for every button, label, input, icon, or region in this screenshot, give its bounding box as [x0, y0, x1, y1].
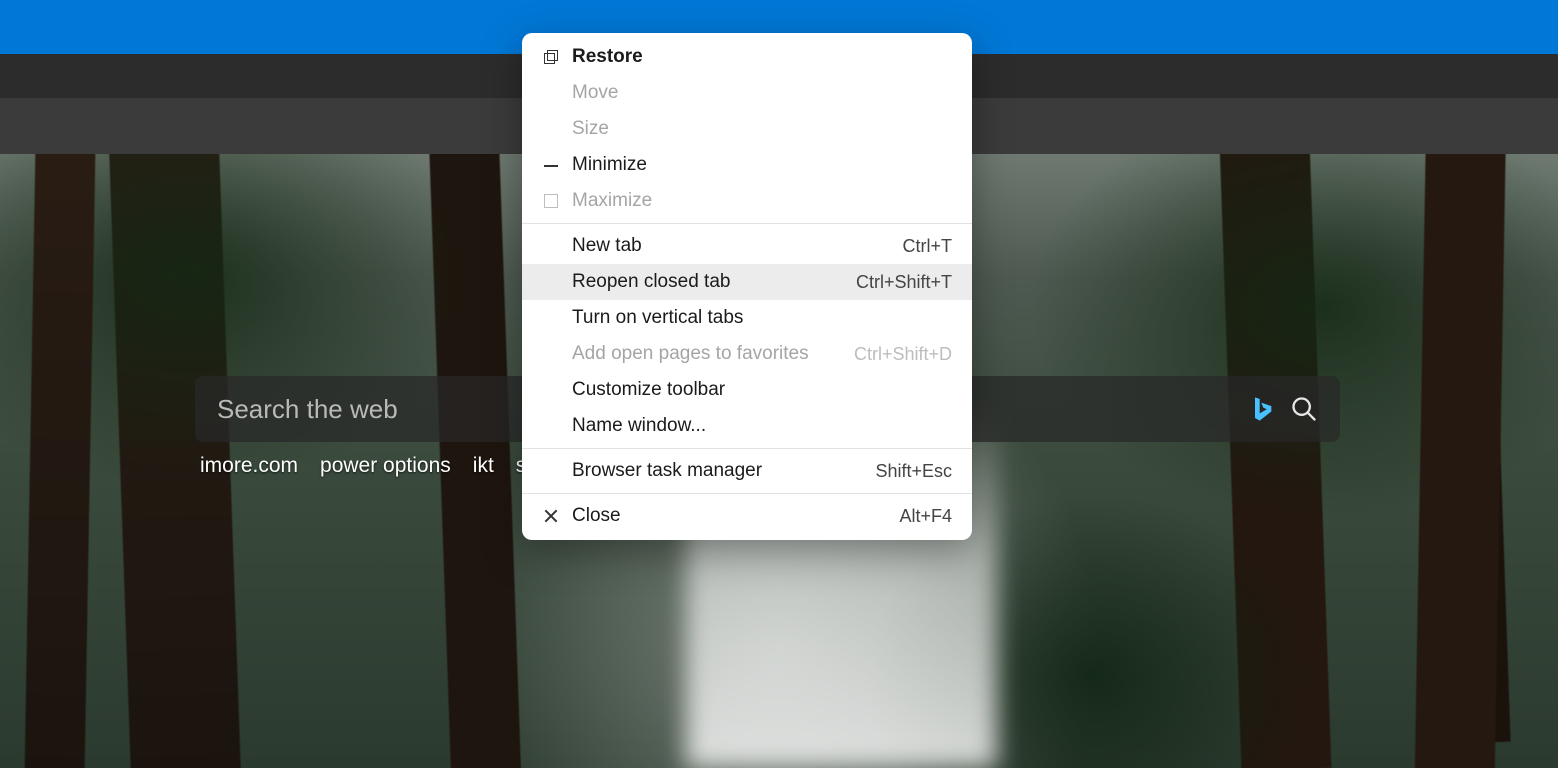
menu-item-label: Move [566, 82, 952, 104]
window-context-menu[interactable]: RestoreMoveSizeMinimizeMaximizeNew tabCt… [522, 33, 972, 540]
menu-item-move: Move [522, 75, 972, 111]
menu-item-label: Restore [566, 46, 952, 68]
maximize-icon [536, 194, 566, 208]
menu-item-accelerator: Ctrl+Shift+T [856, 272, 952, 293]
menu-item-accelerator: Ctrl+T [903, 236, 953, 257]
menu-item-accelerator: Ctrl+Shift+D [854, 344, 952, 365]
menu-item-label: Reopen closed tab [566, 271, 856, 293]
menu-item-name-window[interactable]: Name window... [522, 408, 972, 444]
quicklink-item[interactable]: power options [320, 454, 451, 478]
quicklink-item[interactable]: ikt [473, 454, 494, 478]
menu-item-maximize: Maximize [522, 183, 972, 219]
menu-item-label: Maximize [566, 190, 952, 212]
quicklink-item[interactable]: imore.com [200, 454, 298, 478]
menu-item-label: Size [566, 118, 952, 140]
menu-item-new-tab[interactable]: New tabCtrl+T [522, 228, 972, 264]
menu-item-turn-on-vertical-tabs[interactable]: Turn on vertical tabs [522, 300, 972, 336]
restore-icon [536, 50, 566, 64]
menu-item-accelerator: Alt+F4 [899, 506, 952, 527]
menu-item-label: Browser task manager [566, 460, 875, 482]
menu-item-minimize[interactable]: Minimize [522, 147, 972, 183]
menu-item-accelerator: Shift+Esc [875, 461, 952, 482]
menu-item-add-open-pages-to-favorites: Add open pages to favoritesCtrl+Shift+D [522, 336, 972, 372]
close-icon [536, 509, 566, 523]
menu-item-label: Turn on vertical tabs [566, 307, 952, 329]
menu-item-label: Add open pages to favorites [566, 343, 854, 365]
menu-separator [522, 493, 972, 494]
menu-item-label: Minimize [566, 154, 952, 176]
menu-item-label: Customize toolbar [566, 379, 952, 401]
menu-item-customize-toolbar[interactable]: Customize toolbar [522, 372, 972, 408]
menu-item-browser-task-manager[interactable]: Browser task managerShift+Esc [522, 453, 972, 489]
bing-icon[interactable] [1248, 395, 1276, 423]
minimize-icon [536, 158, 566, 172]
menu-item-label: Close [566, 505, 899, 527]
menu-item-restore[interactable]: Restore [522, 39, 972, 75]
menu-item-label: Name window... [566, 415, 952, 437]
menu-item-size: Size [522, 111, 972, 147]
menu-item-reopen-closed-tab[interactable]: Reopen closed tabCtrl+Shift+T [522, 264, 972, 300]
search-icon[interactable] [1290, 395, 1318, 423]
menu-item-label: New tab [566, 235, 903, 257]
menu-item-close[interactable]: CloseAlt+F4 [522, 498, 972, 534]
quick-links: imore.com power options ikt skype [200, 454, 571, 478]
menu-separator [522, 223, 972, 224]
menu-separator [522, 448, 972, 449]
